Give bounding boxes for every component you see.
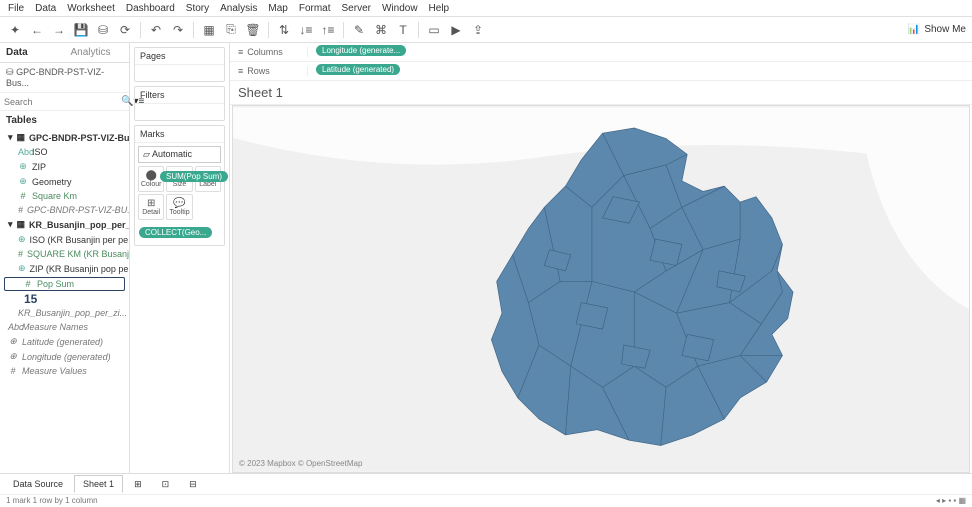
new-worksheet-icon[interactable]: ▦: [200, 21, 218, 39]
undo-icon[interactable]: ↶: [147, 21, 165, 39]
back-icon[interactable]: ←: [28, 21, 46, 39]
toolbar: ✦ ← → 💾 ⛁ ⟳ ↶ ↷ ▦ ⎘ 🗑 ⇅ ↓≡ ↑≡ ✎ ⌘ T ▭ ▶ …: [0, 17, 972, 43]
canvas-area: ≡Columns Longitude (generate... ≡Rows La…: [230, 43, 972, 473]
group-icon[interactable]: ⌘: [372, 21, 390, 39]
menu-window[interactable]: Window: [382, 3, 418, 14]
menu-worksheet[interactable]: Worksheet: [67, 3, 115, 14]
collect-geo-pill[interactable]: COLLECT(Geo...: [139, 227, 212, 238]
tab-data-source[interactable]: Data Source: [4, 475, 72, 493]
show-me-button[interactable]: Show Me: [924, 24, 966, 35]
new-dashboard-icon[interactable]: ⊡: [153, 475, 179, 494]
tab-data[interactable]: Data: [0, 43, 65, 62]
new-datasource-icon[interactable]: ⛁: [94, 21, 112, 39]
marks-card: Marks ▱ Automatic ⬤Colour ◐Size TLabel ⊞…: [134, 125, 225, 246]
highlight-icon[interactable]: ✎: [350, 21, 368, 39]
new-worksheet-icon[interactable]: ⊞: [125, 475, 151, 494]
menu-story[interactable]: Story: [186, 3, 209, 14]
sheet-title[interactable]: Sheet 1: [230, 81, 972, 105]
menu-dashboard[interactable]: Dashboard: [126, 3, 175, 14]
field-geometry[interactable]: ⊕Geometry: [0, 174, 129, 189]
fit-icon[interactable]: ▭: [425, 21, 443, 39]
status-bar: 1 mark 1 row by 1 column ◂ ▸ ▪ ▪ ▦: [0, 494, 972, 507]
fields-tree: ▾▦GPC-BNDR-PST-VIZ-Busa... AbcISO ⊕ZIP ⊕…: [0, 130, 129, 378]
menu-file[interactable]: File: [8, 3, 24, 14]
step-number: 15: [0, 292, 129, 306]
field-count-2[interactable]: KR_Busanjin_pop_per_zi...: [0, 306, 129, 320]
search-input[interactable]: [4, 97, 121, 107]
separator: [418, 22, 419, 38]
presentation-mode-icon[interactable]: 📊: [908, 24, 920, 35]
filters-card[interactable]: Filters: [134, 86, 225, 121]
field-count-1[interactable]: #GPC-BNDR-PST-VIZ-BU...: [0, 203, 129, 217]
status-marks: 1 mark 1 row by 1 column: [6, 496, 98, 506]
mark-detail[interactable]: ⊞Detail: [138, 194, 164, 220]
tab-analytics[interactable]: Analytics: [65, 43, 130, 62]
sort-desc-icon[interactable]: ↑≡: [319, 21, 337, 39]
field-measure-values[interactable]: #Measure Values: [0, 364, 129, 378]
menu-format[interactable]: Format: [299, 3, 331, 14]
menu-map[interactable]: Map: [268, 3, 287, 14]
clear-icon[interactable]: 🗑: [244, 21, 262, 39]
field-zip-2[interactable]: ⊕ZIP (KR Busanjin pop per...: [0, 261, 129, 276]
datasource-name[interactable]: ⛁ GPC-BNDR-PST-VIZ-Bus...: [0, 63, 129, 93]
duplicate-icon[interactable]: ⎘: [222, 21, 240, 39]
save-icon[interactable]: 💾: [72, 21, 90, 39]
menu-bar: File Data Worksheet Dashboard Story Anal…: [0, 0, 972, 17]
field-square-km[interactable]: #Square Km: [0, 189, 129, 203]
presentation-icon[interactable]: ▶: [447, 21, 465, 39]
tables-header: Tables: [0, 111, 129, 130]
menu-help[interactable]: Help: [429, 3, 450, 14]
swap-icon[interactable]: ⇅: [275, 21, 293, 39]
forward-icon[interactable]: →: [50, 21, 68, 39]
map-visualization[interactable]: © 2023 Mapbox © OpenStreetMap: [232, 105, 970, 473]
pages-card[interactable]: Pages: [134, 47, 225, 82]
menu-analysis[interactable]: Analysis: [220, 3, 257, 14]
field-measure-names[interactable]: AbcMeasure Names: [0, 320, 129, 334]
dragging-pill[interactable]: SUM(Pop Sum): [160, 171, 228, 182]
field-iso-2[interactable]: ⊕ISO (KR Busanjin per pe...: [0, 232, 129, 247]
rows-shelf-label: ≡Rows: [230, 66, 308, 76]
columns-pill[interactable]: Longitude (generate...: [316, 45, 406, 56]
tableau-logo-icon[interactable]: ✦: [6, 21, 24, 39]
field-iso[interactable]: AbcISO: [0, 145, 129, 159]
rows-pill[interactable]: Latitude (generated): [316, 64, 400, 75]
cards-panel: Pages Filters Marks ▱ Automatic ⬤Colour …: [130, 43, 230, 473]
menu-server[interactable]: Server: [342, 3, 371, 14]
columns-shelf-label: ≡Columns: [230, 47, 308, 57]
share-icon[interactable]: ⇪: [469, 21, 487, 39]
table-2[interactable]: ▾▦KR_Busanjin_pop_per_zip...: [0, 217, 129, 232]
refresh-icon[interactable]: ⟳: [116, 21, 134, 39]
separator: [140, 22, 141, 38]
separator: [343, 22, 344, 38]
field-sqkm-2[interactable]: #SQUARE KM (KR Busanj...: [0, 247, 129, 261]
new-story-icon[interactable]: ⊟: [180, 475, 206, 494]
marks-type-selector[interactable]: ▱ Automatic: [138, 146, 221, 163]
map-attribution: © 2023 Mapbox © OpenStreetMap: [239, 459, 362, 468]
field-pop-sum[interactable]: #Pop Sum: [4, 277, 125, 291]
sort-asc-icon[interactable]: ↓≡: [297, 21, 315, 39]
sheet-tabs: Data Source Sheet 1 ⊞ ⊡ ⊟: [0, 473, 972, 494]
menu-data[interactable]: Data: [35, 3, 56, 14]
data-panel: Data Analytics ⛁ GPC-BNDR-PST-VIZ-Bus...…: [0, 43, 130, 473]
database-icon: ⛁: [6, 67, 14, 77]
field-longitude[interactable]: ⊕Longitude (generated): [0, 349, 129, 364]
text-icon[interactable]: T: [394, 21, 412, 39]
field-latitude[interactable]: ⊕Latitude (generated): [0, 334, 129, 349]
table-1[interactable]: ▾▦GPC-BNDR-PST-VIZ-Busa...: [0, 130, 129, 145]
separator: [193, 22, 194, 38]
status-right: ◂ ▸ ▪ ▪ ▦: [936, 496, 966, 506]
redo-icon[interactable]: ↷: [169, 21, 187, 39]
field-zip[interactable]: ⊕ZIP: [0, 159, 129, 174]
tab-sheet-1[interactable]: Sheet 1: [74, 475, 123, 493]
mark-tooltip[interactable]: 💬Tooltip: [166, 194, 192, 220]
separator: [268, 22, 269, 38]
